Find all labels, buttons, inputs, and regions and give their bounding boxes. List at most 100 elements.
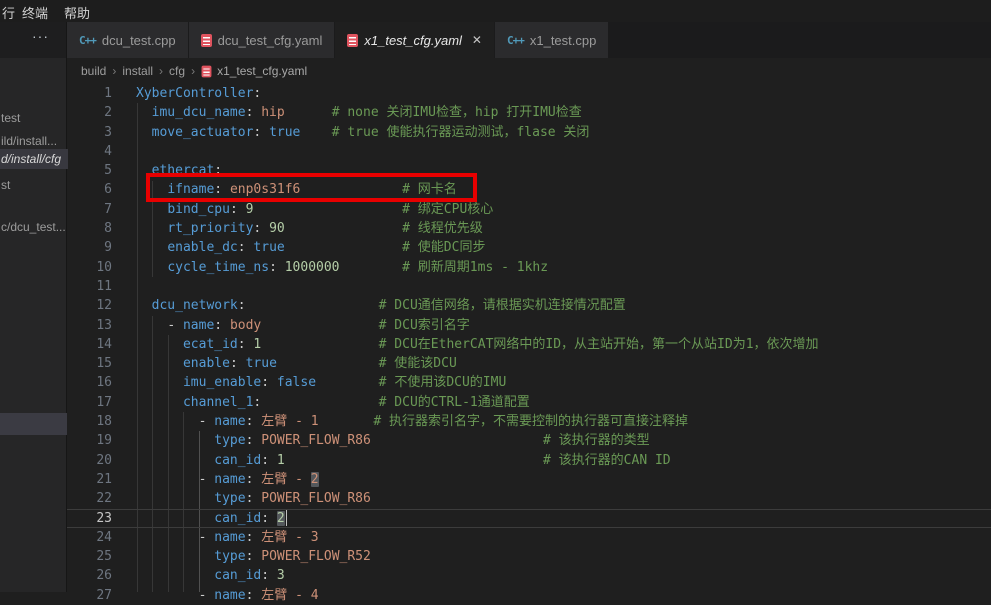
line-number: 17 <box>67 393 112 412</box>
tab-x1_test_cfg.yaml[interactable]: x1_test_cfg.yaml ✕ <box>335 22 494 58</box>
menu-item[interactable]: 终端 <box>22 3 48 22</box>
editor[interactable]: 1XyberController:2 imu_dcu_name: hip # n… <box>67 84 991 592</box>
code-line[interactable]: 13 - name: body # DCU索引名字 <box>67 316 991 335</box>
sidebar-item[interactable]: d/install/cfg <box>0 149 68 169</box>
code-line[interactable]: 7 bind_cpu: 9 # 绑定CPU核心 <box>67 200 991 219</box>
code-line[interactable]: 26 can_id: 3 <box>67 566 991 585</box>
code-line[interactable]: 2 imu_dcu_name: hip # none 关闭IMU检查，hip 打… <box>67 103 991 122</box>
code-text: - name: 左臂 - 2 <box>136 470 319 489</box>
sidebar: ··· test ild/install...d/install/cfg st c/d… <box>0 22 67 592</box>
breadcrumb-segment[interactable]: cfg <box>169 64 185 78</box>
line-number: 13 <box>67 316 112 335</box>
code-line[interactable]: 20 can_id: 1 # 该执行器的CAN ID <box>67 451 991 470</box>
code-line[interactable]: 5 ethercat: <box>67 161 991 180</box>
code-line[interactable]: 19 type: POWER_FLOW_R86 # 该执行器的类型 <box>67 431 991 450</box>
code-line[interactable]: 1XyberController: <box>67 84 991 103</box>
line-number: 8 <box>67 219 112 238</box>
code-line[interactable]: 15 enable: true # 使能该DCU <box>67 354 991 373</box>
code-line[interactable]: 14 ecat_id: 1 # DCU在EtherCAT网络中的ID，从主站开始… <box>67 335 991 354</box>
code-text: imu_enable: false # 不使用该DCU的IMU <box>136 373 506 392</box>
line-number: 7 <box>67 200 112 219</box>
tab-dcu_test.cpp[interactable]: C++ dcu_test.cpp <box>67 22 188 58</box>
code-text: dcu_network: # DCU通信网络，请根据实机连接情况配置 <box>136 296 626 315</box>
code-text: can_id: 3 <box>136 566 285 585</box>
close-icon[interactable]: ✕ <box>472 33 482 47</box>
code-line[interactable]: 24 - name: 左臂 - 3 <box>67 528 991 547</box>
line-number: 18 <box>67 412 112 431</box>
code-line[interactable]: 22 type: POWER_FLOW_R86 <box>67 489 991 508</box>
menu-item[interactable]: 帮助 <box>64 3 90 22</box>
chevron-separator-icon: › <box>159 64 163 78</box>
text-cursor <box>286 510 287 526</box>
line-number: 19 <box>67 431 112 450</box>
code-line[interactable]: 8 rt_priority: 90 # 线程优先级 <box>67 219 991 238</box>
code-text: enable_dc: true # 使能DC同步 <box>136 238 485 257</box>
more-actions-icon[interactable]: ··· <box>32 28 49 44</box>
code-line[interactable]: 18 - name: 左臂 - 1 # 执行器索引名字，不需要控制的执行器可直接… <box>67 412 991 431</box>
code-text: bind_cpu: 9 # 绑定CPU核心 <box>136 200 493 219</box>
code-text: ecat_id: 1 # DCU在EtherCAT网络中的ID，从主站开始，第一… <box>136 335 819 354</box>
line-number: 14 <box>67 335 112 354</box>
line-number: 1 <box>67 84 112 103</box>
code-text: - name: body # DCU索引名字 <box>136 316 470 335</box>
tab-label: dcu_test.cpp <box>102 33 176 48</box>
code-text: ethercat: <box>136 161 222 180</box>
line-number: 15 <box>67 354 112 373</box>
menu-item[interactable]: 行 <box>2 3 15 22</box>
line-number: 26 <box>67 566 112 585</box>
code-text: channel_1: # DCU的CTRL-1通道配置 <box>136 393 530 412</box>
code-line[interactable]: 23 can_id: 2 <box>67 509 991 528</box>
tab-label: x1_test_cfg.yaml <box>364 33 462 48</box>
tab-dcu_test_cfg.yaml[interactable]: dcu_test_cfg.yaml <box>189 22 335 58</box>
code-text: enable: true # 使能该DCU <box>136 354 457 373</box>
line-number: 12 <box>67 296 112 315</box>
line-number: 10 <box>67 258 112 277</box>
line-number: 21 <box>67 470 112 489</box>
line-number: 2 <box>67 103 112 122</box>
tab-x1_test.cpp[interactable]: C++x1_test.cpp <box>495 22 608 58</box>
sidebar-selection-band[interactable] <box>0 413 67 435</box>
chevron-separator-icon: › <box>112 64 116 78</box>
code-text: type: POWER_FLOW_R86 # 该执行器的类型 <box>136 431 650 450</box>
sidebar-item[interactable]: st <box>1 178 67 192</box>
line-number: 25 <box>67 547 112 566</box>
tab-label: dcu_test_cfg.yaml <box>218 33 323 48</box>
line-number: 16 <box>67 373 112 392</box>
code-area: 1XyberController:2 imu_dcu_name: hip # n… <box>67 84 991 605</box>
breadcrumb-segment[interactable]: build <box>81 64 106 78</box>
code-line[interactable]: 10 cycle_time_ns: 1000000 # 刷新周期1ms - 1k… <box>67 258 991 277</box>
code-text: rt_priority: 90 # 线程优先级 <box>136 219 483 238</box>
line-number: 9 <box>67 238 112 257</box>
yaml-file-icon <box>201 34 212 47</box>
breadcrumb-segment[interactable]: install <box>122 64 153 78</box>
code-line[interactable]: 4 <box>67 142 991 161</box>
code-text: type: POWER_FLOW_R52 <box>136 547 371 566</box>
chevron-separator-icon: › <box>191 64 195 78</box>
code-line[interactable]: 3 move_actuator: true # true 使能执行器运动测试，f… <box>67 123 991 142</box>
sidebar-item[interactable]: test <box>1 111 67 125</box>
line-number: 11 <box>67 277 112 296</box>
code-line[interactable]: 25 type: POWER_FLOW_R52 <box>67 547 991 566</box>
code-line[interactable]: 9 enable_dc: true # 使能DC同步 <box>67 238 991 257</box>
tab-label: x1_test.cpp <box>530 33 597 48</box>
code-line[interactable]: 17 channel_1: # DCU的CTRL-1通道配置 <box>67 393 991 412</box>
code-text: - name: 左臂 - 3 <box>136 528 319 547</box>
yaml-file-icon <box>202 65 212 77</box>
cpp-file-icon: C++ <box>79 34 96 47</box>
code-text: - name: 左臂 - 1 # 执行器索引名字，不需要控制的执行器可直接注释掉 <box>136 412 688 431</box>
code-line[interactable]: 16 imu_enable: false # 不使用该DCU的IMU <box>67 373 991 392</box>
code-line[interactable]: 6 ifname: enp0s31f6 # 网卡名 <box>67 180 991 199</box>
breadcrumb: build › install › cfg › x1_test_cfg.yaml <box>67 58 991 84</box>
line-number: 23 <box>67 509 112 528</box>
code-text: imu_dcu_name: hip # none 关闭IMU检查，hip 打开I… <box>136 103 582 122</box>
code-line[interactable]: 21 - name: 左臂 - 2 <box>67 470 991 489</box>
code-line[interactable]: 27 - name: 左臂 - 4 <box>67 586 991 605</box>
sidebar-item[interactable]: c/dcu_test... <box>1 220 67 234</box>
line-number: 5 <box>67 161 112 180</box>
code-text: type: POWER_FLOW_R86 <box>136 489 371 508</box>
code-line[interactable]: 12 dcu_network: # DCU通信网络，请根据实机连接情况配置 <box>67 296 991 315</box>
sidebar-item[interactable]: ild/install... <box>1 134 67 148</box>
breadcrumb-file[interactable]: x1_test_cfg.yaml <box>217 64 307 78</box>
code-line[interactable]: 11 <box>67 277 991 296</box>
code-text: move_actuator: true # true 使能执行器运动测试，fla… <box>136 123 589 142</box>
